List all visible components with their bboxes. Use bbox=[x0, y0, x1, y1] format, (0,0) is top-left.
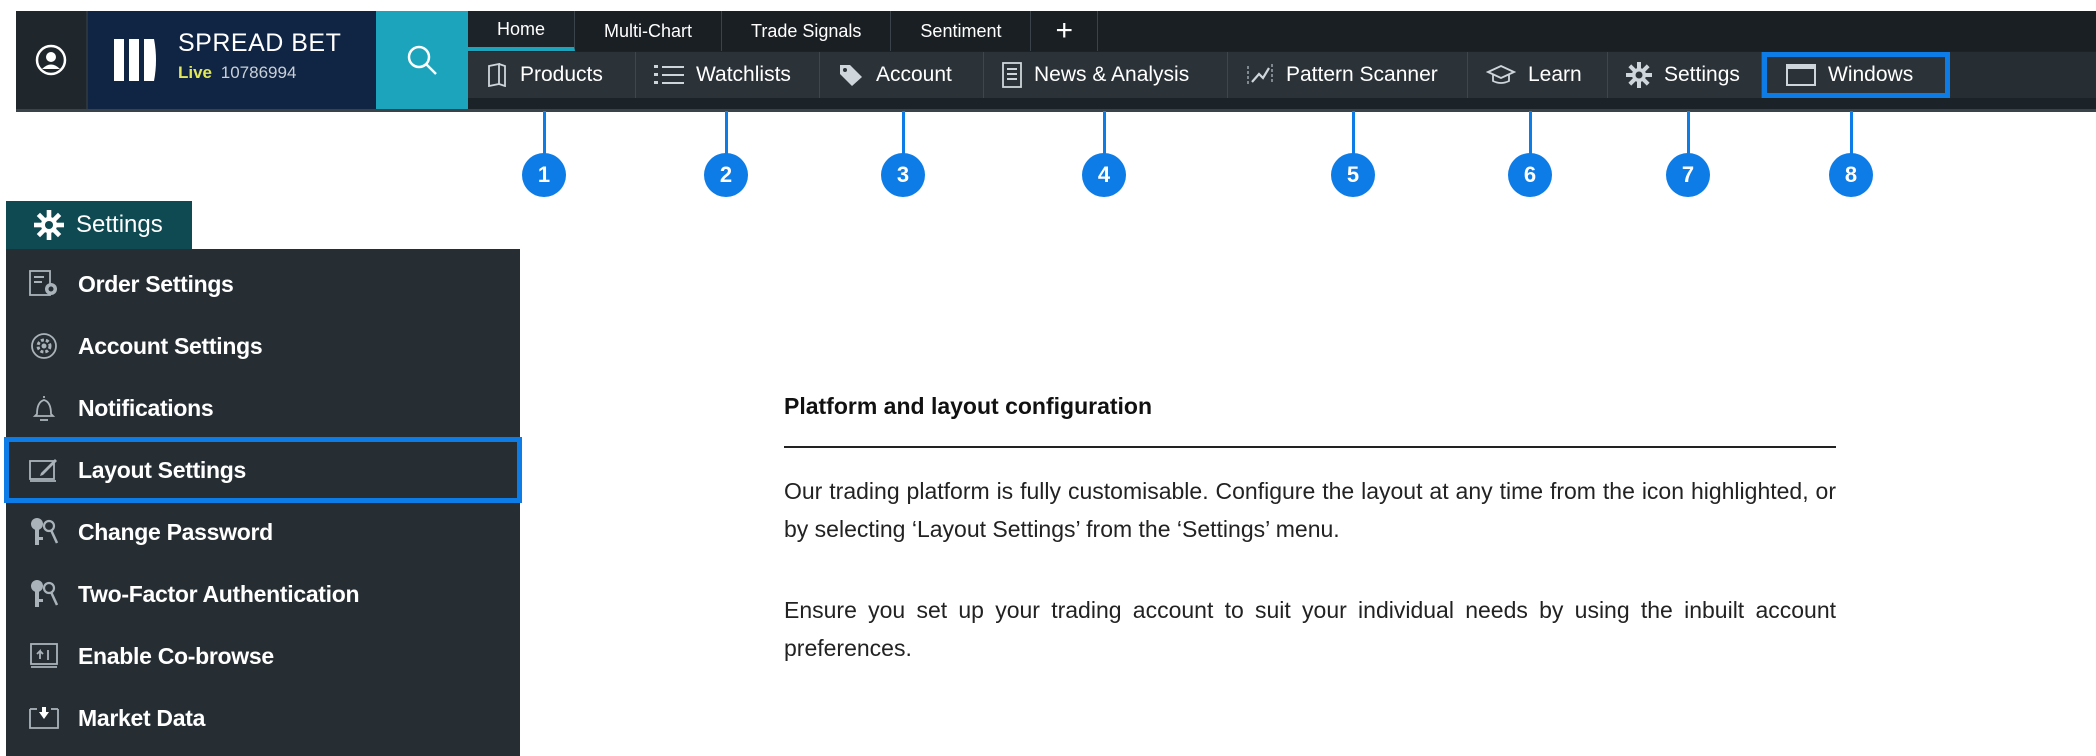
menu-watchlists-label: Watchlists bbox=[696, 63, 791, 86]
menu-item-label: Two-Factor Authentication bbox=[78, 580, 360, 607]
menu-learn-label: Learn bbox=[1528, 63, 1582, 86]
workspace-tabs: Home Multi-Chart Trade Signals Sentiment… bbox=[468, 11, 2096, 51]
settings-menu-header[interactable]: Settings bbox=[6, 201, 192, 249]
gear-icon bbox=[1626, 62, 1652, 88]
menu-item-market-data[interactable]: Market Data bbox=[6, 687, 520, 749]
callout-line-1 bbox=[543, 111, 546, 157]
live-label: Live bbox=[178, 63, 213, 82]
callout-marker-1: 1 bbox=[522, 153, 566, 197]
menu-watchlists[interactable]: Watchlists bbox=[636, 52, 820, 98]
user-icon bbox=[35, 44, 67, 76]
menu-account[interactable]: Account bbox=[820, 52, 984, 98]
callout-line-2 bbox=[725, 111, 728, 157]
tab-trade-signals[interactable]: Trade Signals bbox=[722, 11, 892, 51]
callout-line-6 bbox=[1529, 111, 1532, 157]
settings-menu-title: Settings bbox=[76, 211, 163, 238]
menu-windows-label: Windows bbox=[1828, 63, 1914, 86]
chart-trend-icon bbox=[1246, 62, 1274, 88]
description-heading: Platform and layout configuration bbox=[784, 393, 1153, 419]
menu-item-label: Account Settings bbox=[78, 332, 263, 359]
callout-marker-2: 2 bbox=[704, 153, 748, 197]
menu-item-order-settings[interactable]: Order Settings bbox=[6, 253, 520, 315]
callout-marker-3: 3 bbox=[881, 153, 925, 197]
add-tab-button[interactable]: + bbox=[1031, 11, 1098, 51]
brand-logo-icon bbox=[114, 39, 156, 81]
account-status: Live 10786994 bbox=[178, 63, 296, 83]
callout-marker-6: 6 bbox=[1508, 153, 1552, 197]
window-icon bbox=[1786, 64, 1816, 86]
menu-account-label: Account bbox=[876, 63, 952, 86]
list-icon bbox=[654, 64, 684, 86]
menu-windows[interactable]: Windows bbox=[1762, 52, 1950, 98]
menu-pattern-scanner-label: Pattern Scanner bbox=[1286, 63, 1438, 86]
user-profile-button[interactable] bbox=[16, 11, 88, 109]
main-menu: Products Watchlists Account News & Analy… bbox=[468, 52, 2096, 98]
menu-item-label: Market Data bbox=[78, 704, 206, 731]
brand-title: SPREAD BET bbox=[178, 29, 342, 57]
menu-settings-label: Settings bbox=[1664, 63, 1740, 86]
description-paragraph-1: Our trading platform is fully customisab… bbox=[784, 478, 1836, 542]
menu-products[interactable]: Products bbox=[468, 52, 636, 98]
keys-icon bbox=[28, 517, 60, 547]
search-button[interactable] bbox=[376, 11, 468, 109]
menu-products-label: Products bbox=[520, 63, 603, 86]
menu-item-label: Notifications bbox=[78, 394, 214, 421]
document-icon bbox=[1002, 62, 1022, 88]
description-paragraph-2: Ensure you set up your trading account t… bbox=[784, 597, 1836, 661]
tab-multi-chart[interactable]: Multi-Chart bbox=[575, 11, 723, 51]
settings-dropdown: Order Settings Account Settings Notifica… bbox=[4, 249, 522, 756]
menu-item-two-factor-authentication[interactable]: Two-Factor Authentication bbox=[6, 563, 520, 625]
callout-marker-7: 7 bbox=[1666, 153, 1710, 197]
menu-item-enable-co-browse[interactable]: Enable Co-browse bbox=[6, 625, 520, 687]
callout-line-4 bbox=[1103, 111, 1106, 157]
search-icon bbox=[407, 45, 437, 75]
callout-line-7 bbox=[1687, 111, 1690, 157]
menu-item-label: Order Settings bbox=[78, 270, 234, 297]
gear-icon bbox=[34, 210, 64, 240]
callout-marker-8: 8 bbox=[1829, 153, 1873, 197]
tab-home[interactable]: Home bbox=[468, 11, 576, 51]
menu-item-change-password[interactable]: Change Password bbox=[6, 501, 520, 563]
description-divider bbox=[784, 446, 1836, 448]
callout-line-8 bbox=[1850, 111, 1853, 157]
keys-icon bbox=[28, 579, 60, 609]
market-data-icon bbox=[28, 706, 60, 730]
brand-account-selector[interactable]: SPREAD BET Live 10786994 bbox=[88, 11, 376, 109]
menu-item-notifications[interactable]: Notifications bbox=[6, 377, 520, 439]
graduation-cap-icon bbox=[1486, 64, 1516, 86]
cobrowse-icon bbox=[28, 643, 60, 669]
callout-marker-5: 5 bbox=[1331, 153, 1375, 197]
menu-item-label: Enable Co-browse bbox=[78, 642, 274, 669]
menu-news-analysis[interactable]: News & Analysis bbox=[984, 52, 1228, 98]
bell-icon bbox=[28, 394, 60, 422]
tab-sentiment[interactable]: Sentiment bbox=[891, 11, 1032, 51]
book-icon bbox=[486, 63, 508, 87]
account-settings-icon bbox=[28, 332, 60, 360]
callout-marker-4: 4 bbox=[1082, 153, 1126, 197]
top-bar: SPREAD BET Live 10786994 Home Multi-Char… bbox=[16, 11, 2096, 112]
order-settings-icon bbox=[28, 270, 60, 298]
account-number: 10786994 bbox=[220, 63, 297, 82]
menu-pattern-scanner[interactable]: Pattern Scanner bbox=[1228, 52, 1468, 98]
menu-news-analysis-label: News & Analysis bbox=[1034, 63, 1190, 86]
menu-settings[interactable]: Settings bbox=[1608, 52, 1762, 98]
callout-line-5 bbox=[1352, 111, 1355, 157]
menu-item-label: Change Password bbox=[78, 518, 273, 545]
tag-icon bbox=[838, 63, 864, 87]
callout-line-3 bbox=[902, 111, 905, 157]
layout-icon bbox=[28, 457, 60, 483]
menu-item-account-settings[interactable]: Account Settings bbox=[6, 315, 520, 377]
menu-learn[interactable]: Learn bbox=[1468, 52, 1608, 98]
menu-item-label: Layout Settings bbox=[78, 456, 247, 483]
menu-item-layout-settings[interactable]: Layout Settings bbox=[4, 437, 522, 503]
